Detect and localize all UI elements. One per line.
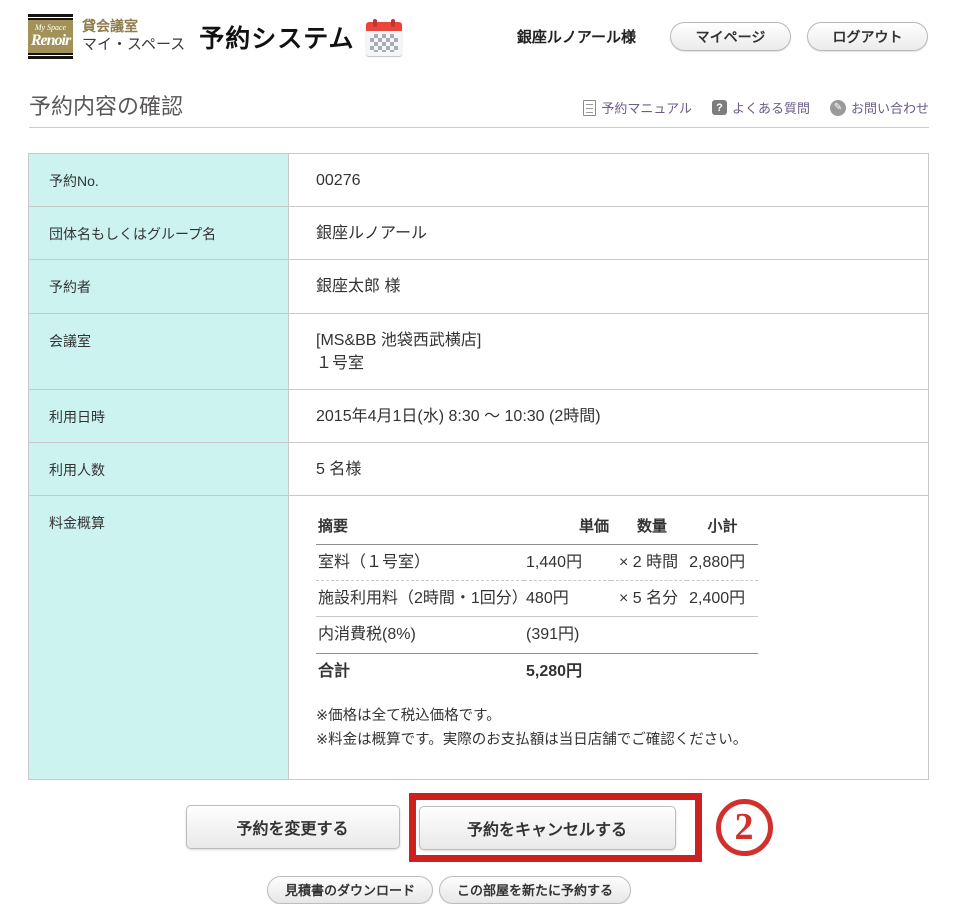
row-label: 予約No. <box>29 154 289 207</box>
row-label: 団体名もしくはグループ名 <box>29 207 289 260</box>
fee-row-room-charge: 室料（１号室） 1,440円 × 2 時間 2,880円 <box>316 545 758 581</box>
fee-row-facility-charge: 施設利用料（2時間・1回分） 480円 × 5 名分 2,400円 <box>316 581 758 617</box>
fee-header-row: 摘要 単価 数量 小計 <box>316 510 758 544</box>
fee-header-subtotal: 小計 <box>687 510 758 544</box>
reservation-detail-table: 予約No. 00276 団体名もしくはグループ名 銀座ルノアール 予約者 銀座太… <box>28 153 929 780</box>
renoir-logo[interactable]: My Space Renoir <box>28 14 73 59</box>
date-time-value: 2015年4月1日(水) 8:30 ～ 10:30 (2時間) <box>289 389 929 442</box>
app-header: My Space Renoir 貸会議室 マイ・スペース 予約システム 銀座ルノ… <box>0 0 958 59</box>
system-title: 予約システム <box>199 19 354 55</box>
manual-doc-icon <box>583 100 596 116</box>
fee-quantity: × 2 時間 <box>611 545 687 581</box>
fee-unit-price: 480円 <box>524 581 611 617</box>
table-row-date-time: 利用日時 2015年4月1日(水) 8:30 ～ 10:30 (2時間) <box>29 389 929 442</box>
fee-desc: 施設利用料（2時間・1回分） <box>316 581 524 617</box>
fee-row-total: 合計 5,280円 <box>316 653 758 689</box>
logo-renoir-text: Renoir <box>31 32 70 50</box>
table-row-fee-estimate: 料金概算 摘要 単価 数量 小計 室料（１号室） 1,4 <box>29 496 929 779</box>
cancel-reservation-button[interactable]: 予約をキャンセルする <box>419 806 676 850</box>
row-label: 料金概算 <box>29 496 289 779</box>
fee-estimate-cell: 摘要 単価 数量 小計 室料（１号室） 1,440円 × 2 時間 2,880円 <box>289 496 929 779</box>
row-label: 予約者 <box>29 260 289 313</box>
secondary-button-row: 見積書のダウンロード この部屋を新たに予約する <box>0 876 958 904</box>
mypage-button[interactable]: マイページ <box>670 22 791 51</box>
manual-link-label: 予約マニュアル <box>601 98 692 117</box>
title-divider <box>29 127 929 128</box>
contact-link[interactable]: ✎ お問い合わせ <box>830 98 929 117</box>
brand-rental-room: 貸会議室 <box>82 18 185 36</box>
fee-header-unit-price: 単価 <box>524 510 611 544</box>
fee-subtotal: 2,880円 <box>687 545 758 581</box>
action-button-row: 予約を変更する 予約をキャンセルする 2 <box>0 793 958 862</box>
table-row-reserver: 予約者 銀座太郎 様 <box>29 260 929 313</box>
fee-quantity: × 5 名分 <box>611 581 687 617</box>
logo-myspace-text: My Space <box>35 24 66 32</box>
fee-header-quantity: 数量 <box>611 510 687 544</box>
rebook-room-button[interactable]: この部屋を新たに予約する <box>439 876 631 904</box>
fee-unit-price: 1,440円 <box>524 545 611 581</box>
help-links: 予約マニュアル ? よくある質問 ✎ お問い合わせ <box>583 98 929 121</box>
calendar-icon <box>366 22 402 56</box>
row-label: 利用人数 <box>29 443 289 496</box>
pencil-circle-icon: ✎ <box>830 100 846 116</box>
fee-header-desc: 摘要 <box>316 510 524 544</box>
people-count-value: 5 名様 <box>289 443 929 496</box>
calendar-icon-grid <box>370 34 398 52</box>
faq-link-label: よくある質問 <box>732 98 810 117</box>
fee-desc: 室料（１号室） <box>316 545 524 581</box>
meeting-room-store: [MS&BB 池袋西武横店] <box>316 329 913 352</box>
note-tax-included: ※価格は全て税込価格です。 <box>316 705 913 729</box>
page-title: 予約内容の確認 <box>29 89 183 121</box>
fee-breakdown-table: 摘要 単価 数量 小計 室料（１号室） 1,440円 × 2 時間 2,880円 <box>316 510 758 689</box>
download-quote-button[interactable]: 見積書のダウンロード <box>267 876 433 904</box>
fee-subtotal: 2,400円 <box>687 581 758 617</box>
logged-in-user-name: 銀座ルノアール様 <box>517 26 636 47</box>
annotation-step-2: 2 <box>716 799 773 856</box>
brand-text: 貸会議室 マイ・スペース <box>82 18 185 54</box>
question-mark-icon: ? <box>712 100 727 115</box>
meeting-room-number: １号室 <box>316 352 913 375</box>
faq-link[interactable]: ? よくある質問 <box>712 98 810 117</box>
change-reservation-button[interactable]: 予約を変更する <box>186 805 400 849</box>
row-label: 利用日時 <box>29 389 289 442</box>
tax-label: 内消費税(8%) <box>316 617 524 653</box>
note-estimate: ※料金は概算です。実際のお支払額は当日店舗でご確認ください。 <box>316 729 913 753</box>
table-row-reservation-no: 予約No. 00276 <box>29 154 929 207</box>
table-row-people-count: 利用人数 5 名様 <box>29 443 929 496</box>
meeting-room-value: [MS&BB 池袋西武横店] １号室 <box>289 313 929 389</box>
fee-notes: ※価格は全て税込価格です。 ※料金は概算です。実際のお支払額は当日店舗でご確認く… <box>316 705 913 753</box>
brand-my-space: マイ・スペース <box>82 36 185 55</box>
tax-value: (391円) <box>524 617 687 653</box>
contact-link-label: お問い合わせ <box>851 98 929 117</box>
logout-button[interactable]: ログアウト <box>807 22 928 51</box>
row-label: 会議室 <box>29 313 289 389</box>
cancel-highlight-box: 予約をキャンセルする <box>409 793 702 862</box>
table-row-group-name: 団体名もしくはグループ名 銀座ルノアール <box>29 207 929 260</box>
table-row-meeting-room: 会議室 [MS&BB 池袋西武横店] １号室 <box>29 313 929 389</box>
reservation-no-value: 00276 <box>289 154 929 207</box>
total-value: 5,280円 <box>524 653 687 689</box>
group-name-value: 銀座ルノアール <box>289 207 929 260</box>
reservation-manual-link[interactable]: 予約マニュアル <box>583 98 692 117</box>
total-label: 合計 <box>316 653 524 689</box>
fee-row-tax: 内消費税(8%) (391円) <box>316 617 758 653</box>
reserver-value: 銀座太郎 様 <box>289 260 929 313</box>
